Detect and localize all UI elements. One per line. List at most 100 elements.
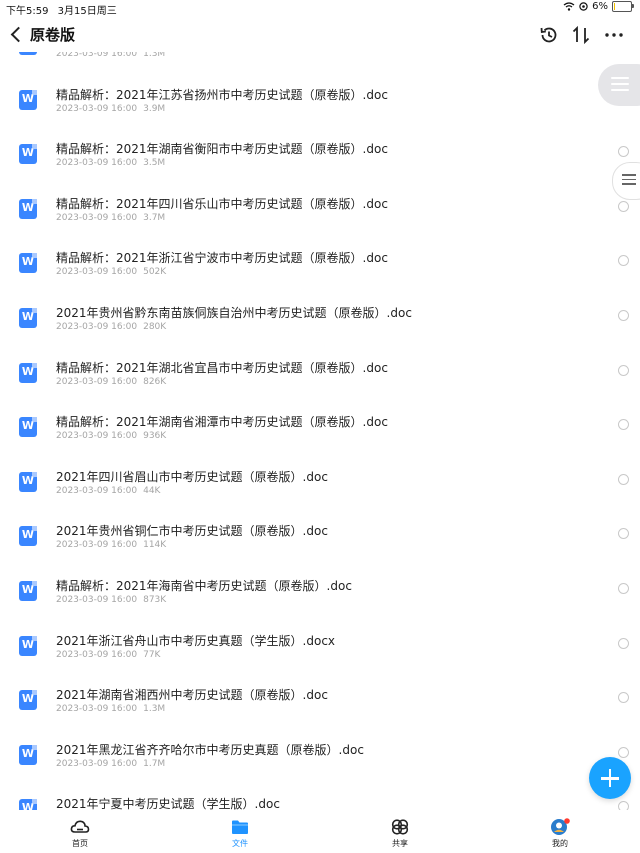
- file-meta: 2023-03-09 16:00 502K: [56, 267, 166, 277]
- file-size: 44K: [143, 485, 161, 496]
- nav-item-home[interactable]: 首页: [50, 810, 110, 853]
- wifi-icon: [563, 2, 575, 11]
- select-radio[interactable]: [618, 146, 629, 158]
- file-row[interactable]: W 2021年黑龙江省齐齐哈尔市中考历史真题（原卷版）.doc 2023-03-09…: [0, 735, 640, 789]
- word-doc-letter: W: [21, 473, 35, 487]
- add-button[interactable]: [589, 757, 631, 799]
- file-size: 873K: [143, 595, 167, 605]
- file-date: 2023-03-09 16:00: [56, 649, 138, 660]
- word-doc-icon: W: [19, 744, 37, 765]
- file-meta: 2023-03-09 16:00 280K: [56, 322, 166, 332]
- word-doc-letter: W: [21, 801, 35, 810]
- file-size: 3.9M: [143, 103, 166, 114]
- file-name: 精品解析：2021年湖北省宜昌市中考历史试题（原卷版）.doc: [56, 360, 388, 375]
- file-date: 2023-03-09 16:00: [56, 376, 138, 387]
- back-button[interactable]: [10, 23, 24, 45]
- word-doc-icon: W: [19, 362, 37, 383]
- file-size: 826K: [143, 376, 167, 387]
- select-radio[interactable]: [618, 583, 629, 594]
- file-row[interactable]: W 精品解析：2021年四川省乐山市中考历史试题（原卷版）.doc 2023-03-…: [0, 189, 640, 243]
- history-icon[interactable]: [538, 24, 560, 46]
- status-bar: 下午5:59 3月15日周三 6%: [0, 0, 640, 17]
- file-meta: 2023-03-09 16:00 1.3M: [56, 704, 165, 714]
- file-row[interactable]: W 2021年宁夏中考历史试题（学生版）.doc: [0, 789, 640, 810]
- file-name: 2021年湖南省湘西州中考历史试题（原卷版）.doc: [56, 688, 328, 703]
- file-size: 936K: [143, 431, 167, 442]
- word-doc-icon: W: [19, 198, 37, 219]
- select-radio[interactable]: [618, 528, 629, 540]
- file-list: W2021年湖北省襄阳市中考历史试题（原卷版）.doc2023-03-09 16…: [0, 42, 640, 810]
- select-radio[interactable]: [618, 637, 629, 649]
- file-date: 2023-03-09 16:00: [56, 704, 138, 715]
- word-doc-letter: W: [21, 746, 35, 760]
- file-meta: 2023-03-09 16:00 1.7M: [56, 759, 165, 769]
- file-meta: 2023-03-09 16:00 3.9M: [56, 104, 165, 114]
- battery-icon: [612, 1, 634, 12]
- battery-fill: [614, 3, 615, 10]
- file-size: 3.7M: [143, 212, 166, 223]
- list-icon: [611, 77, 629, 95]
- select-radio[interactable]: [618, 255, 629, 267]
- word-doc-letter: W: [21, 528, 35, 542]
- file-row[interactable]: W 精品解析：2021年海南省中考历史试题（原卷版）.doc 2023-03-09 …: [0, 571, 640, 625]
- file-row[interactable]: W 精品解析：2021年湖北省宜昌市中考历史试题（原卷版）.doc 2023-03-…: [0, 353, 640, 407]
- file-size: 77K: [143, 649, 161, 660]
- file-row[interactable]: W 精品解析：2021年浙江省宁波市中考历史试题（原卷版）.doc 2023-03-…: [0, 243, 640, 297]
- word-doc-letter: W: [21, 310, 35, 323]
- file-date: 2023-03-09 16:00: [56, 540, 138, 551]
- floating-list-button[interactable]: [598, 64, 640, 106]
- file-name: 2021年浙江省舟山市中考历史真题（学生版）.docx: [56, 633, 336, 648]
- file-name: 精品解析：2021年海南省中考历史试题（原卷版）.doc: [56, 579, 352, 593]
- word-doc-icon: W: [19, 253, 37, 274]
- select-radio[interactable]: [618, 746, 629, 758]
- file-meta: 2023-03-09 16:00 77K: [56, 650, 160, 660]
- select-radio[interactable]: [618, 473, 629, 485]
- file-row[interactable]: W 2021年贵州省黔东南苗族侗族自治州中考历史试题（原卷版）.doc 2023-0…: [0, 298, 640, 352]
- nav-item-files[interactable]: 文件: [210, 810, 270, 853]
- nav-item-share[interactable]: 共享: [370, 810, 430, 853]
- select-radio[interactable]: [618, 692, 629, 704]
- word-doc-icon: W: [19, 471, 37, 492]
- menu-icon: [622, 174, 636, 188]
- file-date: 2023-03-09 16:00: [56, 595, 138, 605]
- select-radio[interactable]: [618, 419, 629, 431]
- file-date: 2023-03-09 16:00: [56, 103, 138, 114]
- word-doc-letter: W: [21, 146, 35, 160]
- word-doc-letter: W: [21, 91, 35, 105]
- status-icons: 6%: [563, 1, 634, 12]
- file-row[interactable]: W 精品解析：2021年湖南省湘潭市中考历史试题（原卷版）.doc 2023-03-…: [0, 407, 640, 461]
- file-size: 114K: [143, 540, 167, 551]
- sort-icon[interactable]: [570, 24, 592, 46]
- file-name: 2021年黑龙江省齐齐哈尔市中考历史真题（原卷版）.doc: [56, 742, 364, 757]
- nav-label-files: 文件: [232, 839, 248, 848]
- file-date: 2023-03-09 16:00: [56, 485, 138, 496]
- file-date: 2023-03-09 16:00: [56, 158, 138, 169]
- select-radio[interactable]: [618, 310, 629, 321]
- cloud-icon: [70, 820, 90, 833]
- nav-item-me[interactable]: 我的: [530, 810, 590, 853]
- more-icon[interactable]: [603, 24, 625, 46]
- file-date: 2023-03-09 16:00: [56, 431, 138, 442]
- file-meta: 2023-03-09 16:00 3.5M: [56, 158, 165, 168]
- select-radio[interactable]: [618, 801, 629, 810]
- app-header: 原卷版: [0, 18, 640, 52]
- file-name: 精品解析：2021年浙江省宁波市中考历史试题（原卷版）.doc: [56, 251, 388, 266]
- file-meta: 2023-03-09 16:00 44K: [56, 486, 160, 496]
- file-name: 精品解析：2021年湖南省湘潭市中考历史试题（原卷版）.doc: [56, 415, 388, 430]
- file-row[interactable]: W 2021年四川省眉山市中考历史试题（原卷版）.doc 2023-03-09 16…: [0, 462, 640, 516]
- file-row[interactable]: W 2021年贵州省铜仁市中考历史试题（原卷版）.doc 2023-03-09 16…: [0, 516, 640, 570]
- file-row[interactable]: W 2021年浙江省舟山市中考历史真题（学生版）.docx 2023-03-09 1…: [0, 626, 640, 680]
- select-radio[interactable]: [618, 364, 629, 376]
- file-row[interactable]: W 精品解析：2021年湖南省衡阳市中考历史试题（原卷版）.doc 2023-03-…: [0, 134, 640, 188]
- status-time: 下午5:59: [6, 6, 49, 17]
- nav-label-me: 我的: [552, 839, 568, 848]
- word-doc-letter: W: [21, 255, 35, 269]
- file-row[interactable]: W 精品解析：2021年江苏省扬州市中考历史试题（原卷版）.doc 2023-03-…: [0, 80, 640, 134]
- select-radio[interactable]: [618, 200, 629, 212]
- file-row[interactable]: W 2021年湖南省湘西州中考历史试题（原卷版）.doc 2023-03-09 16…: [0, 680, 640, 734]
- floating-menu-button[interactable]: [612, 162, 640, 200]
- file-size: 502K: [143, 267, 167, 278]
- word-doc-letter: W: [21, 583, 35, 596]
- file-size: 3.5M: [143, 158, 166, 169]
- file-meta: 2023-03-09 16:00 873K: [56, 595, 166, 605]
